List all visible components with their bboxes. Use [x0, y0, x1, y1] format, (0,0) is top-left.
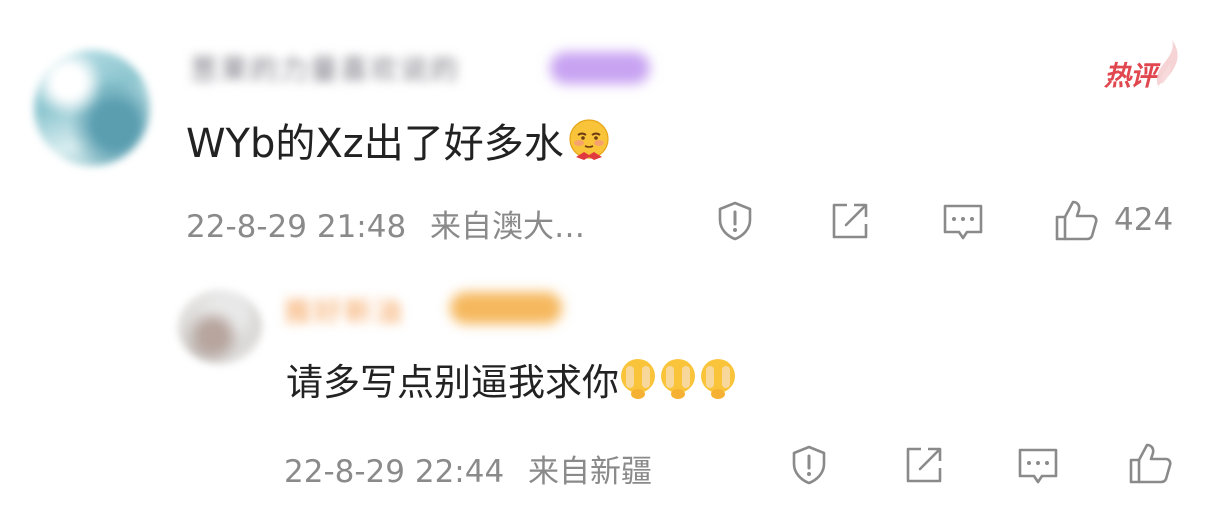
timestamp: 22-8-29 21:48 — [186, 209, 407, 245]
report-icon — [792, 445, 826, 485]
comment-icon — [1018, 448, 1058, 484]
flame-icon — [1156, 40, 1178, 86]
thumbs-up-icon — [1055, 200, 1098, 241]
timestamp: 22-8-29 22:44 — [284, 454, 505, 490]
share-icon — [906, 447, 942, 483]
comment-meta: 22-8-29 22:44 来自新疆 — [284, 446, 652, 491]
comment-text: 请多写点别逼我求你 — [286, 350, 741, 408]
thumbs-up-icon — [1129, 443, 1172, 484]
share-button[interactable] — [903, 444, 945, 486]
hot-badge-label: 热评 — [1104, 61, 1157, 92]
user-badge — [450, 292, 562, 324]
report-button[interactable] — [714, 200, 756, 242]
comment-icon — [943, 204, 983, 240]
like-button[interactable]: 424 — [1054, 197, 1173, 243]
hot-comment-badge: 热评 — [1100, 40, 1182, 92]
username[interactable]: 搬好新油 — [284, 290, 404, 330]
shy-face-emoji — [566, 117, 612, 163]
share-button[interactable] — [829, 200, 871, 242]
comment-button[interactable] — [1016, 446, 1060, 488]
avatar[interactable] — [34, 50, 150, 166]
location: 来自澳大… — [430, 209, 586, 245]
like-count: 424 — [1114, 202, 1174, 238]
pleading-hands-emoji — [695, 356, 741, 402]
location: 来自新疆 — [528, 454, 653, 490]
comment-body: WYb的Xz出了好多水 — [186, 121, 564, 167]
report-button[interactable] — [788, 444, 830, 486]
user-badge — [550, 52, 650, 84]
comment-meta: 22-8-29 21:48 来自澳大… — [186, 201, 585, 246]
report-icon — [718, 201, 752, 241]
comment-button[interactable] — [941, 202, 985, 244]
share-icon — [832, 203, 868, 239]
comment-text: WYb的Xz出了好多水 — [186, 110, 612, 170]
username[interactable]: 葱果的力量喜欢说的 — [190, 48, 460, 88]
like-button[interactable] — [1128, 440, 1188, 486]
comment-body: 请多写点别逼我求你 — [286, 361, 619, 404]
avatar[interactable] — [178, 290, 262, 364]
